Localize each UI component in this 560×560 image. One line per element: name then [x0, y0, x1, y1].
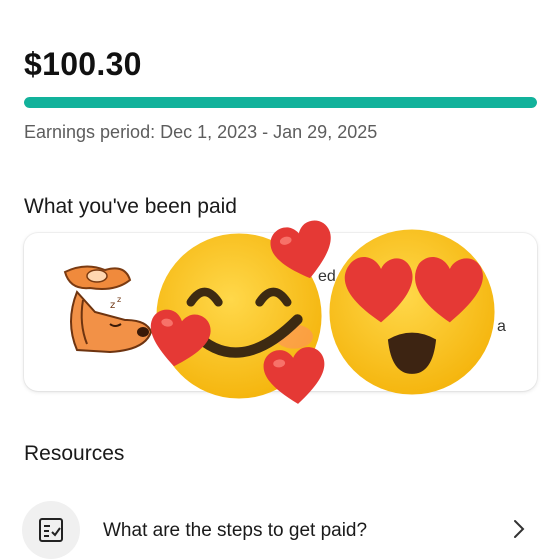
heart-icon: [150, 309, 211, 367]
earnings-progress-fill: [24, 97, 537, 108]
checklist-icon-container: [22, 501, 80, 559]
paid-section-title: What you've been paid: [24, 195, 237, 218]
earnings-progress-bar: [24, 97, 537, 108]
svg-text:z: z: [110, 300, 115, 311]
checklist-icon: [39, 518, 63, 542]
resource-item-label: What are the steps to get paid?: [103, 520, 368, 541]
svg-text:z: z: [117, 295, 121, 304]
heart-eyes-emoji: [329, 229, 495, 395]
sleeping-dog-sticker: z z: [62, 263, 154, 355]
resources-title: Resources: [24, 442, 125, 465]
chevron-right-icon: [514, 520, 525, 538]
resource-item-steps-to-get-paid[interactable]: What are the steps to get paid?: [0, 498, 560, 560]
heart-icon: [263, 347, 325, 404]
earnings-amount: $100.30: [24, 46, 142, 82]
earnings-period: Earnings period: Dec 1, 2023 - Jan 29, 2…: [24, 122, 378, 142]
